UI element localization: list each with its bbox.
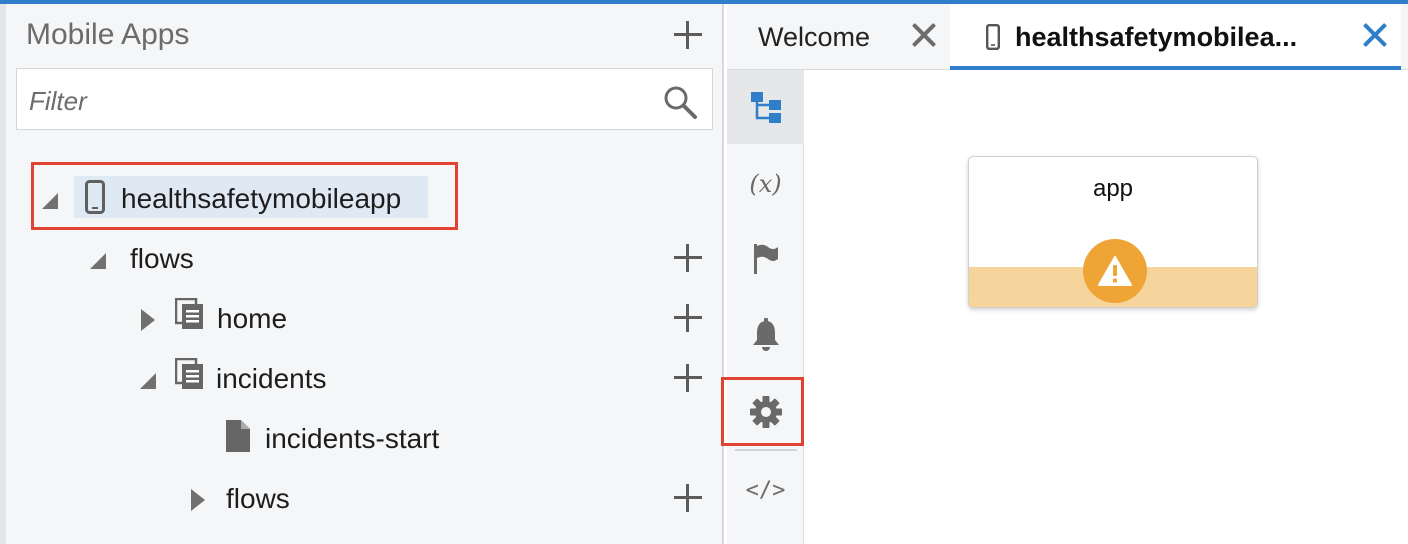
tree-item-app[interactable]: healthsafetymobileapp [121,183,401,215]
page-file-icon [226,420,250,452]
diagram-icon [750,92,781,123]
code-icon: </> [745,477,786,503]
tree-item-incidents-start[interactable]: incidents-start [265,423,439,455]
app-node-title: app [1092,175,1134,202]
search-icon[interactable] [662,84,698,120]
notifications-button[interactable] [727,298,804,372]
collapsed-triangle-icon[interactable] [191,489,205,511]
close-icon[interactable] [911,22,937,48]
activity-bar: (x) </> [727,70,804,544]
panel-edge [0,4,6,544]
variables-button[interactable]: (x) [727,147,804,221]
warning-badge[interactable] [1083,239,1147,303]
activity-divider [735,449,797,451]
add-incidents-page-button[interactable] [673,363,703,393]
bell-icon [752,318,779,351]
close-icon[interactable] [1362,22,1388,48]
mobile-phone-icon [85,180,105,214]
diagram-button[interactable] [727,70,804,144]
filter-field[interactable] [16,68,713,130]
tree-item-home[interactable]: home [217,303,287,335]
mobile-phone-icon [986,24,1000,50]
collapsed-triangle-icon[interactable] [141,309,155,331]
source-code-button[interactable]: </> [727,453,804,527]
tree-item-incidents[interactable]: incidents [216,363,327,395]
panel-title: Mobile Apps [26,18,190,51]
editor-tab-bar: Welcome healthsafetymobilea... [727,4,1408,70]
tab-welcome[interactable]: Welcome [727,4,949,70]
expanded-triangle-icon[interactable] [140,373,156,389]
tab-welcome-label: Welcome [758,22,871,52]
warning-icon [1098,256,1132,286]
add-sub-flow-button[interactable] [673,483,703,513]
flow-pages-icon [175,298,203,329]
tree-item-sub-flows[interactable]: flows [226,483,290,515]
flag-button[interactable] [727,222,804,296]
variables-icon: (x) [749,170,782,198]
expanded-triangle-icon[interactable] [90,253,106,269]
tab-healthsafetymobileapp[interactable]: healthsafetymobilea... [950,4,1401,70]
tree-item-flows[interactable]: flows [130,243,194,275]
filter-input[interactable] [27,83,631,119]
flow-pages-icon [175,358,203,389]
flag-icon [753,244,778,274]
tab-app-label: healthsafetymobilea... [1015,22,1298,52]
add-app-button[interactable] [673,20,703,50]
app-node[interactable]: app [968,156,1258,308]
add-home-page-button[interactable] [673,303,703,333]
highlight-box-settings [721,377,804,446]
add-flow-button[interactable] [673,243,703,273]
expanded-triangle-icon[interactable] [42,193,58,209]
